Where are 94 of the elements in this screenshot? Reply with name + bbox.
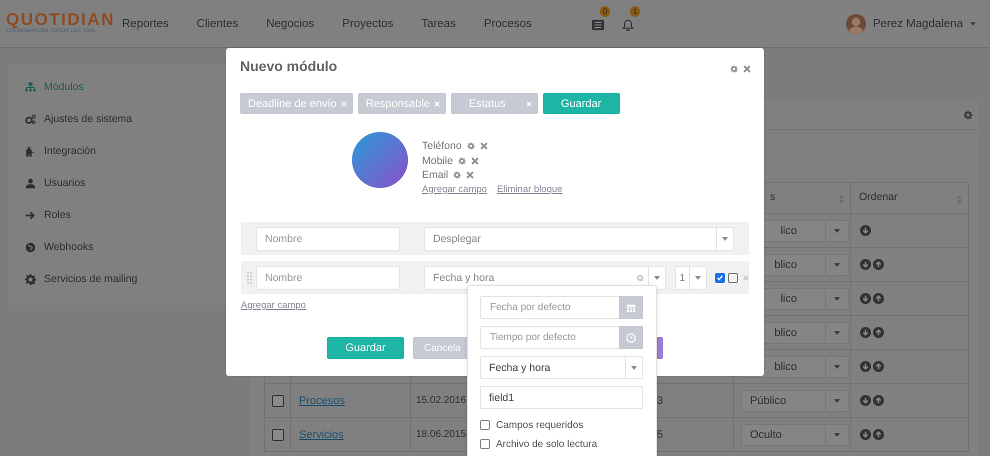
caret-icon: [722, 236, 728, 240]
move-down-icon[interactable]: [860, 361, 871, 372]
row-checkbox[interactable]: [272, 428, 284, 440]
sidebar-item[interactable]: Módulos: [8, 71, 225, 103]
type-select[interactable]: Desplegar: [424, 226, 734, 250]
user-name[interactable]: Perez Magdalena: [872, 18, 963, 30]
name-input[interactable]: Nombre: [256, 266, 400, 290]
avatar-circle: [352, 132, 408, 188]
caret-icon: [970, 22, 976, 26]
user-icon: [25, 178, 36, 188]
time-field[interactable]: Tiempo por defecto: [480, 326, 619, 349]
option-checkbox[interactable]: Campos requeridos: [480, 419, 643, 431]
remove-icon[interactable]: [466, 171, 474, 180]
move-down-icon[interactable]: [860, 293, 871, 304]
move-down-icon[interactable]: [860, 259, 871, 270]
contact-field: Teléfono: [422, 140, 462, 152]
drag-handle-icon[interactable]: [247, 272, 252, 284]
block-link[interactable]: Eliminar bloque: [496, 184, 562, 194]
remove-icon[interactable]: [480, 142, 488, 150]
block-link[interactable]: Agregar campo: [422, 184, 487, 194]
name-input[interactable]: Nombre: [256, 226, 400, 250]
move-up-icon[interactable]: [873, 293, 884, 304]
close-icon[interactable]: [743, 65, 751, 73]
key-input[interactable]: field1: [480, 386, 643, 409]
contact-field: Email: [422, 169, 448, 182]
column-header[interactable]: Ordenar: [859, 191, 898, 203]
module-link[interactable]: Servicios: [299, 428, 344, 440]
move-up-icon[interactable]: [873, 327, 884, 338]
move-down-icon[interactable]: [860, 225, 871, 236]
avatar[interactable]: [846, 14, 866, 34]
caret-icon: [834, 228, 840, 232]
sidebar-item[interactable]: Webhooks: [8, 231, 225, 263]
format-select[interactable]: Fecha y hora: [480, 356, 643, 379]
sidebar-item[interactable]: Integración: [8, 135, 225, 167]
save-button[interactable]: Guardar: [542, 93, 620, 114]
caret-icon: [834, 432, 840, 436]
nav-link[interactable]: Negocios: [266, 18, 314, 30]
sitemap-icon: [25, 82, 36, 92]
gear-icon: [25, 274, 36, 284]
caret-icon: [834, 262, 840, 266]
move-up-icon[interactable]: [873, 361, 884, 372]
table-cell: 5: [656, 428, 663, 440]
move-up-icon[interactable]: [873, 429, 884, 440]
date-field[interactable]: Fecha por defecto: [480, 296, 619, 319]
settings-icon[interactable]: [453, 171, 462, 180]
status-select[interactable]: Oculto: [741, 424, 849, 446]
settings-icon[interactable]: [466, 142, 475, 150]
column-header[interactable]: s: [770, 191, 776, 203]
caret-icon: [834, 364, 840, 368]
caret-icon: [654, 276, 660, 280]
nav-link[interactable]: Procesos: [484, 18, 532, 30]
remove-icon[interactable]: [470, 156, 479, 165]
row-checkbox[interactable]: [272, 394, 284, 406]
nav-link[interactable]: Tareas: [421, 18, 456, 30]
status-select[interactable]: Público: [741, 390, 849, 412]
move-down-icon[interactable]: [860, 429, 871, 440]
settings-icon[interactable]: [458, 156, 466, 165]
checkbox[interactable]: [715, 272, 726, 282]
arrow-icon: [25, 210, 36, 220]
caret-icon: [834, 330, 840, 334]
checkbox[interactable]: [728, 272, 738, 282]
table-cell: 3: [656, 394, 663, 406]
notification-badge: 0: [600, 6, 610, 16]
caret-icon: [834, 296, 840, 300]
cogs-icon: [25, 114, 36, 124]
add-field-link[interactable]: Agregar campo: [241, 300, 306, 311]
settings-icon[interactable]: [730, 65, 738, 73]
sidebar-item[interactable]: Ajustes de sistema: [8, 103, 225, 135]
order-select[interactable]: 1: [674, 266, 708, 290]
move-down-icon[interactable]: [860, 395, 871, 406]
caret-icon: [834, 398, 840, 402]
notification-badge: 1: [630, 6, 640, 16]
bell-icon[interactable]: [622, 18, 634, 30]
table-cell: 18.06.2015: [416, 429, 466, 440]
sidebar-item[interactable]: Servicios de mailing: [8, 263, 225, 295]
module-link[interactable]: Procesos: [299, 394, 345, 406]
option-checkbox[interactable]: Archivo de solo lectura: [480, 438, 643, 450]
save-button[interactable]: Guardar: [327, 337, 404, 359]
nav-link[interactable]: Clientes: [196, 18, 238, 30]
table-cell: 15.02.2016: [416, 395, 466, 406]
move-down-icon[interactable]: [860, 327, 871, 338]
move-up-icon[interactable]: [873, 259, 884, 270]
sidebar-item[interactable]: Usuarios: [8, 167, 225, 199]
sidebar-item[interactable]: Roles: [8, 199, 225, 231]
modal-title: Nuevo módulo: [240, 58, 338, 74]
list-icon[interactable]: [592, 18, 604, 30]
nav-link[interactable]: Reportes: [122, 18, 169, 30]
settings-icon[interactable]: [963, 110, 973, 120]
contact-field: Mobile: [422, 154, 453, 167]
nav-link[interactable]: Proyectos: [342, 18, 394, 30]
move-up-icon[interactable]: [873, 395, 884, 406]
caret-icon: [695, 276, 702, 280]
plug-icon: [25, 146, 36, 156]
caret-icon: [631, 366, 637, 370]
